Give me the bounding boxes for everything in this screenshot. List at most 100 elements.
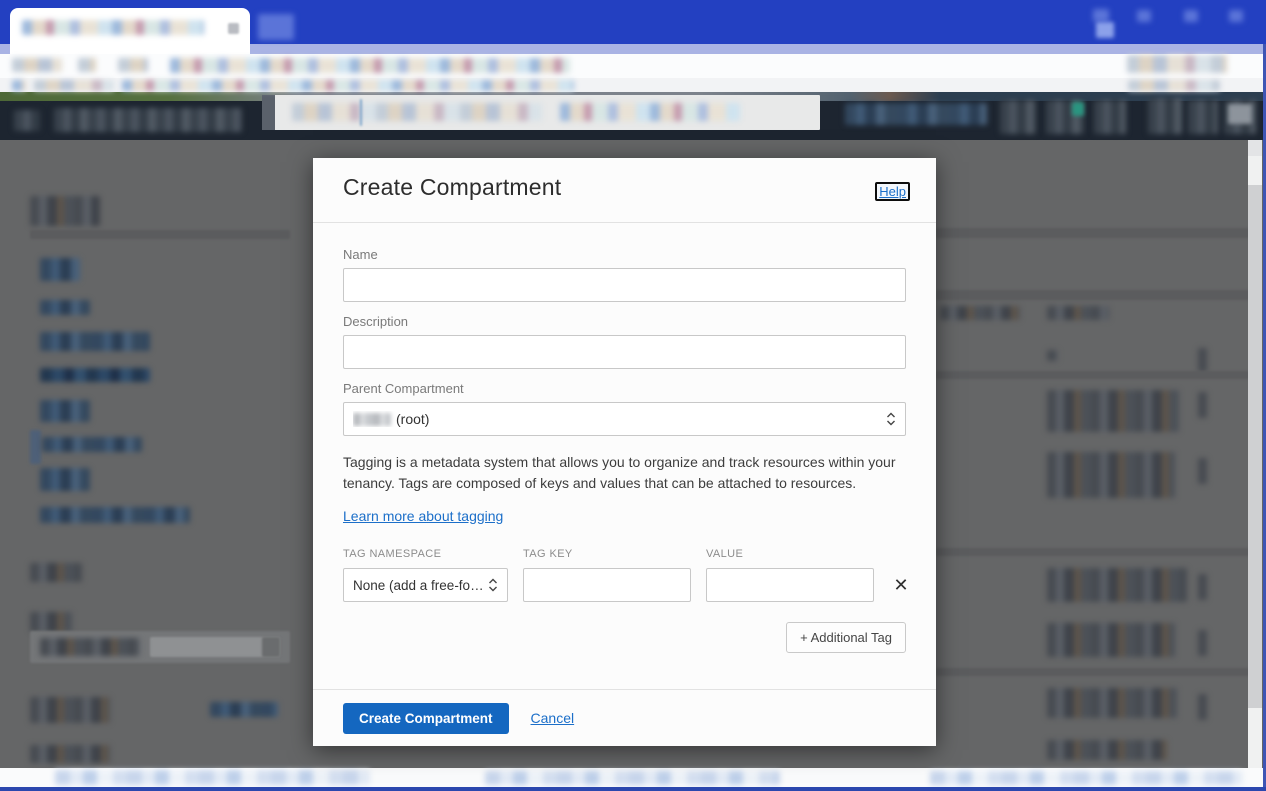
tag-value-header: VALUE [706,548,874,560]
scrollbar-thumb[interactable] [1248,185,1262,708]
redacted-select-label [40,638,140,656]
redacted-brand-logo [54,108,242,132]
name-input[interactable] [343,268,906,302]
select-stepper-icon [488,577,498,593]
tag-row: TAG NAMESPACE TAG KEY VALUE None (add a … [343,548,906,602]
redacted-text-block [30,745,110,763]
new-tab-button [258,14,294,40]
navbar-icon-detail [1228,104,1252,124]
redacted-table-cell [1047,452,1175,498]
redacted-sidebar-link [40,507,190,523]
menu-hamburger-icon [14,110,40,131]
window-control-icon [1184,10,1198,22]
tag-key-header: TAG KEY [523,548,691,560]
window-border-bottom [0,787,1266,791]
redacted-divider [30,230,290,239]
redacted-table-cell [1047,568,1187,602]
window-restore-icon [1137,10,1151,22]
redacted-sidebar-link [40,332,150,351]
parent-compartment-select[interactable]: (root) [343,402,906,436]
cancel-link[interactable]: Cancel [531,710,575,726]
tag-namespace-header: TAG NAMESPACE [343,548,508,560]
redacted-row-actions [1198,574,1207,600]
redacted-tenancy-name [353,413,391,426]
tab-close-icon [228,23,239,34]
redacted-row-actions [1198,630,1207,656]
redacted-footer-links [930,771,1242,785]
learn-more-tagging-link[interactable]: Learn more about tagging [343,508,503,524]
description-input[interactable] [343,335,906,369]
tag-namespace-value: None (add a free-fo… [353,578,484,593]
screen: Create Compartment Help Name Description… [0,0,1266,791]
name-label: Name [343,247,906,262]
redacted-favicon [12,80,26,91]
redacted-bookmarks [122,80,574,91]
redacted-text-block [30,697,110,723]
redacted-table-divider [936,371,1250,379]
redacted-table-cell [1047,623,1175,657]
redacted-sidebar-link [40,258,80,281]
tag-value-input[interactable] [706,568,874,602]
redacted-sidebar-link [40,468,90,491]
window-close-icon [1229,10,1243,22]
redacted-footer-links [485,771,780,785]
redacted-row-actions [1198,392,1207,418]
redacted-url-text [170,58,570,73]
navbar-icon [1188,100,1218,134]
redacted-icon [118,58,148,72]
additional-tag-row: + Additional Tag [343,622,906,653]
search-icon [262,95,275,130]
redacted-checkbox [1047,350,1058,361]
dialog-body: Name Description Parent Compartment (roo… [313,247,936,653]
parent-compartment-value: (root) [353,411,429,427]
navbar-icon [1148,98,1182,134]
dialog-header: Create Compartment Help [313,158,936,223]
create-compartment-button[interactable]: Create Compartment [343,703,509,734]
dialog-title: Create Compartment [343,174,561,201]
scrollbar-up-button[interactable] [1248,140,1262,156]
window-minimize-icon [1093,9,1109,22]
redacted-select-field [150,637,280,657]
redacted-filter-label [30,612,72,632]
redacted-table-cell [1047,740,1167,760]
tagging-description: Tagging is a metadata system that allows… [343,452,906,494]
parent-compartment-label: Parent Compartment [343,381,906,396]
redacted-sidebar-link-active [42,437,142,452]
redacted-sidebar-link [40,400,90,422]
redacted-nav-buttons [12,58,62,72]
redacted-search-text [560,103,740,121]
redacted-table-cell [1047,688,1177,718]
redacted-tab-title [22,20,204,35]
create-compartment-dialog: Create Compartment Help Name Description… [313,158,936,746]
dialog-footer: Create Compartment Cancel [313,689,936,746]
redacted-footer-links [55,770,370,785]
redacted-page-title [30,196,100,226]
additional-tag-button[interactable]: + Additional Tag [786,622,906,653]
tag-namespace-select[interactable]: None (add a free-fo… [343,568,508,602]
redacted-toolbar-icons [1127,55,1227,73]
tag-key-input[interactable] [523,568,691,602]
navbar-icon [1094,100,1126,134]
redacted-sidebar-link [40,368,150,382]
description-label: Description [343,314,906,329]
redacted-search-text [292,103,542,121]
redacted-icon [78,58,96,72]
redacted-titlebar-block [1096,22,1114,38]
select-stepper-icon [886,411,896,427]
redacted-table-divider [936,548,1250,556]
redacted-bookmark [34,80,114,91]
redacted-table-divider [936,290,1250,300]
redacted-column-header [1047,306,1109,320]
redacted-row-actions [1198,458,1207,484]
sidebar-selected-marker [30,430,41,464]
redacted-select-button [262,637,280,657]
redacted-sidebar-link [40,300,90,315]
remove-tag-button[interactable]: ✕ [889,573,913,597]
parent-compartment-text: (root) [396,411,429,427]
help-link[interactable]: Help [875,182,910,201]
redacted-row-actions [1198,348,1207,372]
navbar-icon [1000,100,1036,134]
redacted-table-cell [1047,390,1179,432]
redacted-cursor [360,99,362,126]
redacted-column-header [940,306,1020,320]
